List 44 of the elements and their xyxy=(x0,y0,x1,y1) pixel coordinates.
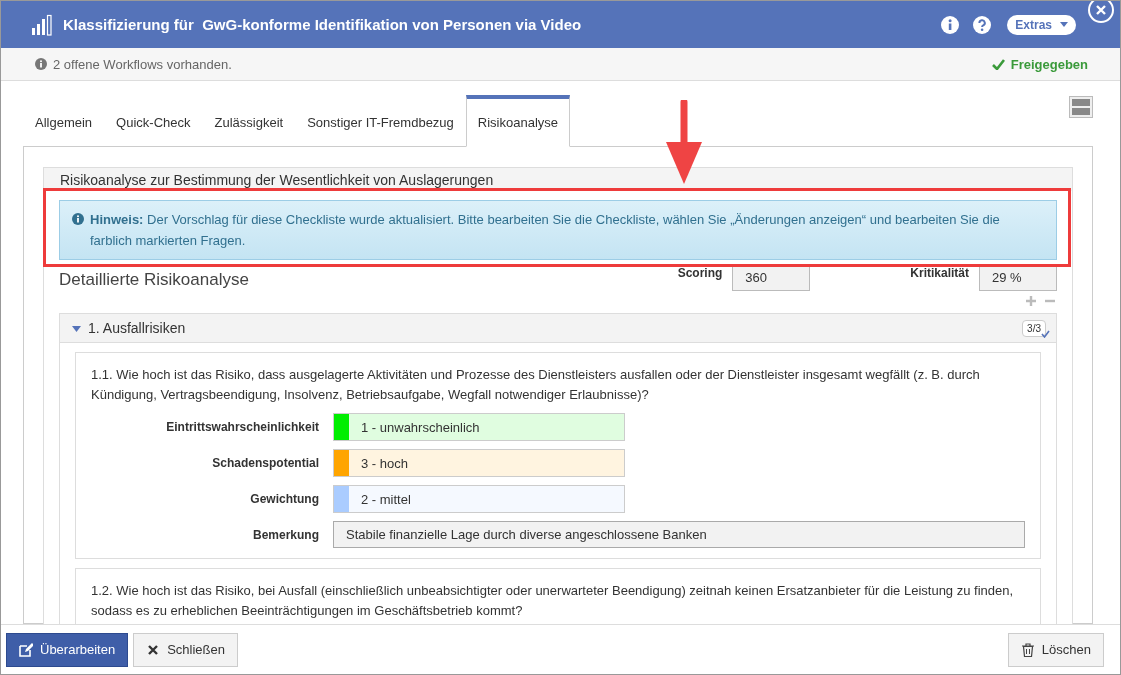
edit-icon xyxy=(19,642,33,657)
tab[interactable]: Zulässigkeit xyxy=(202,95,296,147)
delete-button[interactable]: Löschen xyxy=(1007,632,1104,667)
field-label: Eintrittswahrscheinlichkeit xyxy=(165,420,319,434)
tab[interactable]: Sonstiger IT-Fremdbezug xyxy=(295,95,466,147)
tab[interactable]: Quick-Check xyxy=(104,95,203,147)
info-icon[interactable] xyxy=(941,15,960,34)
rating-value: 2 - mittel xyxy=(360,491,411,507)
caret-icon xyxy=(1060,22,1068,27)
criticality-label: Kritikalität xyxy=(910,266,969,280)
window-title: Klassifizierung für GwG-konforme Identifikation von Personen via Video xyxy=(63,16,582,33)
rating-field[interactable]: 2 - mittel xyxy=(333,485,625,513)
layout-toggle-icon[interactable] xyxy=(1069,96,1093,118)
edit-button[interactable]: Überarbeiten xyxy=(6,632,129,667)
question-text: 1.1. Wie hoch ist das Risiko, dass ausgelagerte Aktivitäten und Prozesse des Dienstleisters ausfallen oder der Dienstleister insgesamt wegfällt (z. B. durch Kündigung, Vertragsbeendigung, Insolvenz, Betriebsaufgabe, Wegfall notwendiger Erlaubnisse)? xyxy=(91,366,981,404)
hint-text: Hinweis: Der Vorschlag für diese Checkliste wurde aktualisiert. Bitte bearbeiten Sie die Checkliste, wählen Sie „Änderungen anzeigen“ und bearbeiten Sie die farblich markierten Fragen. xyxy=(90,211,1001,250)
group-header[interactable]: 1. Ausfallrisiken 3/3 xyxy=(59,313,1057,343)
rating-field[interactable]: 3 - hoch xyxy=(333,449,625,477)
workflow-message: 2 offene Workflows vorhanden. xyxy=(53,56,232,72)
rating-value: 1 - unwahrscheinlich xyxy=(360,419,480,435)
help-icon[interactable] xyxy=(973,15,992,34)
bar-chart-icon xyxy=(31,13,53,36)
check-icon xyxy=(991,58,1005,70)
question-text: 1.2. Wie hoch ist das Risiko, bei Ausfall (einschließlich unbeabsichtigter oder unerwarteter Beendigung) zeitnah keinen Ersatzanbieter für die Leistung zu finden, sodass es zu erheblichen Beeinträchtigungen im Geschäftsbetrieb kommt? xyxy=(91,582,1015,620)
scoring-label: Scoring xyxy=(677,266,723,280)
info-icon xyxy=(72,213,84,225)
check-icon xyxy=(1041,329,1050,338)
info-icon xyxy=(35,58,47,70)
rating-value: 3 - hoch xyxy=(360,455,408,471)
field-label: Gewichtung xyxy=(249,492,319,506)
extras-button[interactable]: Extras xyxy=(1007,14,1076,35)
remark-field[interactable]: Stabile finanzielle Lage durch diverse angeschlossene Banken xyxy=(333,521,1025,548)
tab[interactable]: Risikoanalyse xyxy=(465,95,571,147)
close-icon[interactable] xyxy=(1088,1,1114,23)
rating-field[interactable]: 1 - unwahrscheinlich xyxy=(333,413,625,441)
close-button[interactable]: Schließen xyxy=(133,632,238,667)
close-icon xyxy=(146,642,161,657)
tab[interactable]: Allgemein xyxy=(23,95,105,147)
group-title: 1. Ausfallrisiken xyxy=(88,320,186,336)
analysis-title: Detaillierte Risikoanalyse xyxy=(59,270,249,290)
field-label: Bemerkung xyxy=(251,527,319,542)
field-label: Schadenspotential xyxy=(211,456,319,470)
status-label: Freigegeben xyxy=(1010,56,1088,72)
trash-icon xyxy=(1020,642,1035,657)
